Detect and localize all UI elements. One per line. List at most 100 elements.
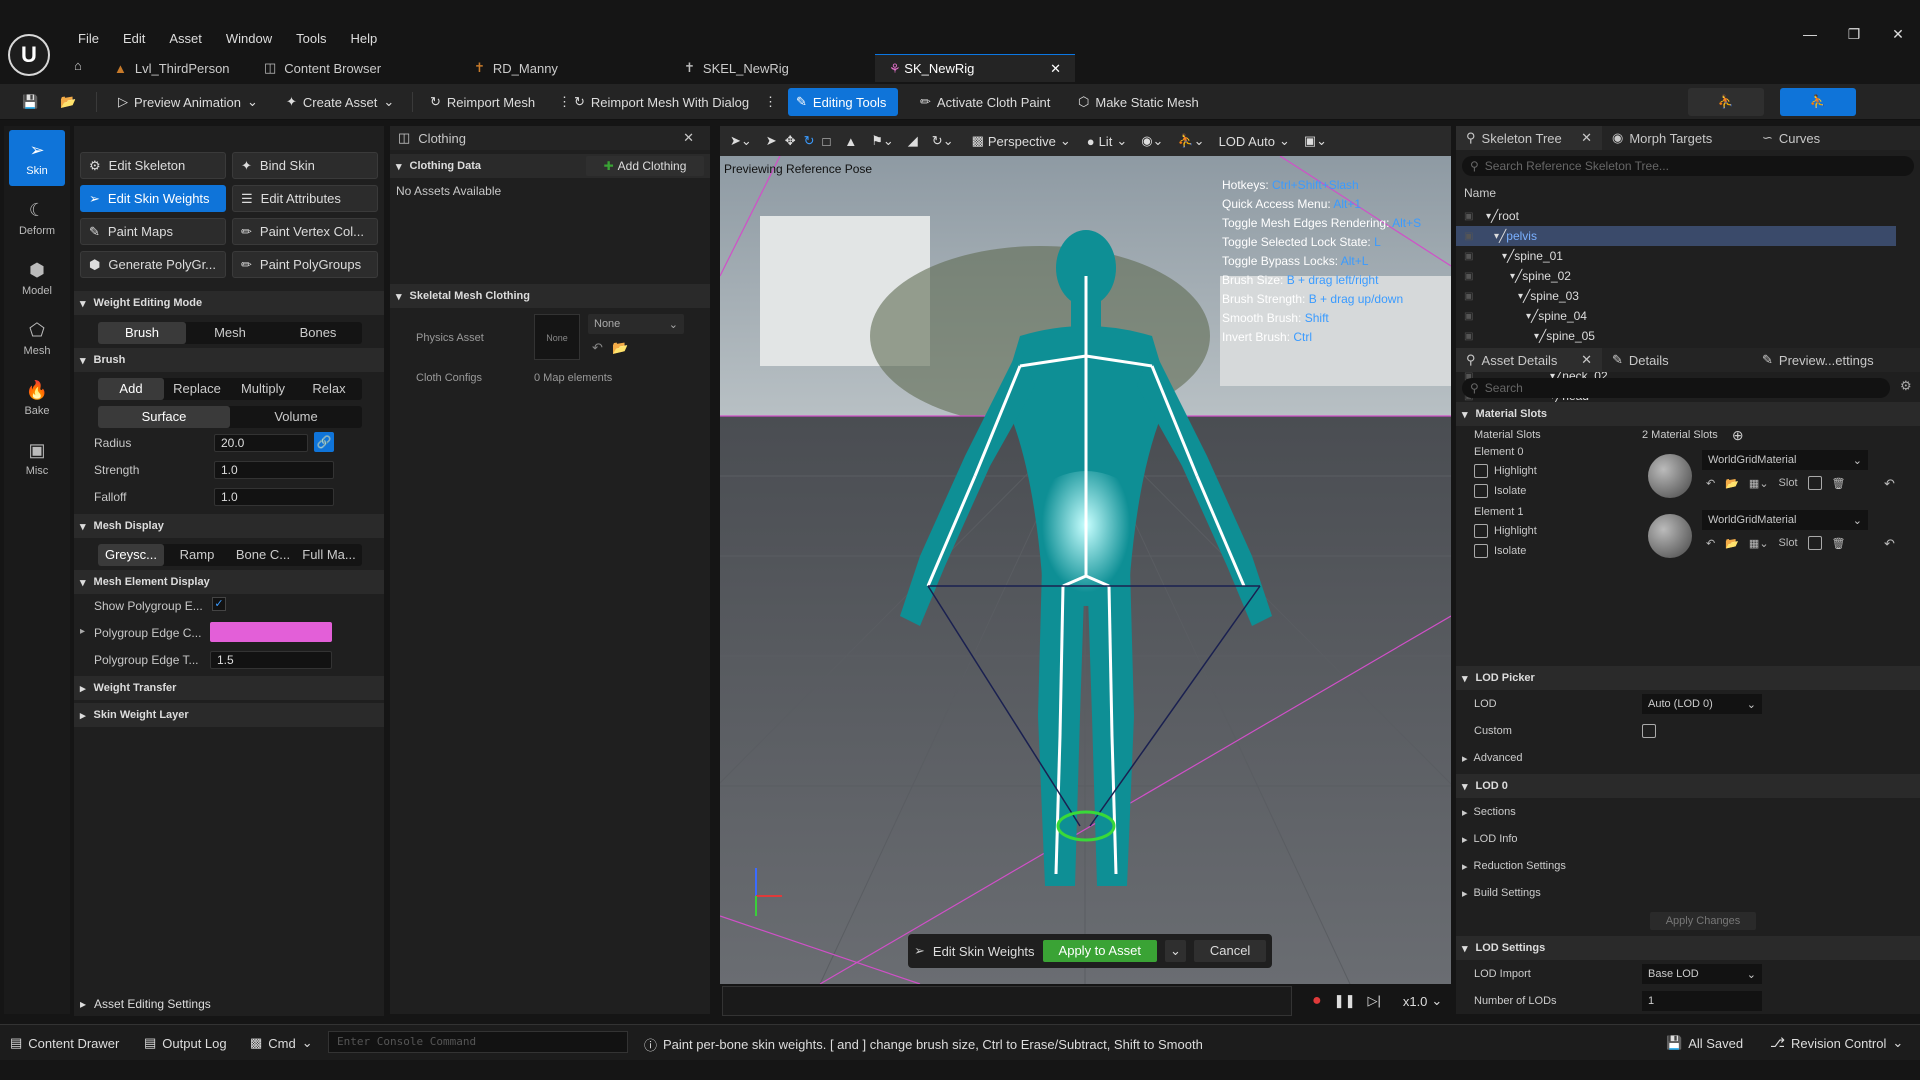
checkbox[interactable] <box>1474 524 1488 538</box>
polygroup-edge-color-swatch[interactable] <box>210 622 332 642</box>
reimport-dialog-options-icon[interactable]: ⋮ <box>756 88 785 116</box>
material-thumbnail[interactable] <box>1648 514 1692 558</box>
apply-to-asset-button[interactable]: Apply to Asset <box>1042 940 1157 962</box>
name-column-header[interactable]: Name <box>1464 186 1496 200</box>
paint-vertex-colors-button[interactable]: ✏ Paint Vertex Col... <box>232 218 378 245</box>
use-selected-icon[interactable]: ↶ <box>1706 537 1715 550</box>
apply-changes-button[interactable]: Apply Changes <box>1650 912 1756 930</box>
skeleton-search-input[interactable]: ⚲ Search Reference Skeleton Tree... <box>1462 156 1914 176</box>
home-icon[interactable]: ⌂ <box>74 58 82 73</box>
bone-row-spine_04[interactable]: ▣ ▾ ╱ spine_04 <box>1456 306 1896 326</box>
lod-dropdown[interactable]: LOD Auto ⌄ <box>1219 133 1290 149</box>
edit-skeleton-button[interactable]: ⚙ Edit Skeleton <box>80 152 226 179</box>
mesh-element-display-header[interactable]: ▾ Mesh Element Display <box>74 570 384 594</box>
tab-curves[interactable]: ∽ Curves <box>1752 130 1830 146</box>
display-greyscale[interactable]: Greysc... <box>98 544 164 566</box>
rotate-icon[interactable]: ↻ <box>804 133 815 149</box>
delete-icon[interactable]: 🗑 <box>1832 537 1846 550</box>
edit-attributes-button[interactable]: ☰ Edit Attributes <box>232 185 378 212</box>
clothing-tab[interactable]: ◫ Clothing ✕ <box>390 126 710 150</box>
weight-editing-mode-header[interactable]: ▾ Weight Editing Mode <box>74 291 384 315</box>
polygroup-edge-thickness-input[interactable]: 1.5 <box>210 651 332 669</box>
close-tab-icon[interactable]: ✕ <box>1581 352 1592 368</box>
revision-control-button[interactable]: ⎇ Revision Control ⌄ <box>1770 1035 1903 1051</box>
radius-input[interactable]: 20.0 <box>214 434 308 452</box>
reset-icon[interactable]: ↶ <box>1884 536 1895 552</box>
output-log-button[interactable]: ▤ Output Log <box>144 1035 227 1051</box>
show-icon[interactable]: ◢ <box>908 133 918 149</box>
bone-row-pelvis[interactable]: ▣ ▾ ╱ pelvis <box>1456 226 1896 246</box>
slot-field[interactable] <box>1807 536 1822 550</box>
menu-tools[interactable]: Tools <box>284 31 338 46</box>
use-selected-icon[interactable]: ↶ <box>1706 477 1715 490</box>
strength-input[interactable]: 1.0 <box>214 461 334 479</box>
bone-row-spine_02[interactable]: ▣ ▾ ╱ spine_02 <box>1456 266 1896 286</box>
bone-row-spine_01[interactable]: ▣ ▾ ╱ spine_01 <box>1456 246 1896 266</box>
restore-icon[interactable]: ❐ <box>1832 26 1876 43</box>
mode-brush[interactable]: Brush <box>98 322 186 344</box>
lod0-header[interactable]: ▾ LOD 0 <box>1456 774 1920 798</box>
mesh-mode-button[interactable]: ⛹ <box>1780 88 1856 116</box>
tool-category-deform[interactable]: ☾ Deform <box>9 190 65 246</box>
snap-icon[interactable]: ▲ <box>844 134 857 149</box>
details-search-input[interactable]: ⚲ Search <box>1462 378 1890 398</box>
display-full-material[interactable]: Full Ma... <box>296 544 362 566</box>
preview-animation-button[interactable]: ▷ Preview Animation ⌄ <box>110 88 266 116</box>
physics-asset-thumbnail[interactable]: None <box>534 314 580 360</box>
translate-icon[interactable]: ✥ <box>785 133 796 149</box>
paint-maps-button[interactable]: ✎ Paint Maps <box>80 218 226 245</box>
build-settings-row[interactable]: ▸ Build Settings <box>1456 882 1920 904</box>
close-tab-icon[interactable]: ✕ <box>1050 61 1061 77</box>
close-window-icon[interactable]: ✕ <box>1876 26 1920 43</box>
element-1-highlight[interactable]: Highlight <box>1474 524 1537 538</box>
camera-speed-icon[interactable]: ⚑⌄ <box>871 133 894 149</box>
lod-picker-header[interactable]: ▾ LOD Picker <box>1456 666 1920 690</box>
element-0-material-dropdown[interactable]: WorldGridMaterial ⌄ <box>1702 450 1868 470</box>
menu-window[interactable]: Window <box>214 31 284 46</box>
element-0-isolate[interactable]: Isolate <box>1474 484 1526 498</box>
bind-skin-button[interactable]: ✦ Bind Skin <box>232 152 378 179</box>
minimize-icon[interactable]: — <box>1788 26 1832 43</box>
asset-editing-settings-header[interactable]: ▸ Asset Editing Settings <box>74 992 384 1016</box>
tab-details[interactable]: ✎ Details <box>1602 352 1752 368</box>
viewport[interactable]: ➤⌄ ➤ ✥ ↻ □ ▲ ⚑⌄ ◢ ↻⌄ ▩ Perspective ⌄ ● Lit ⌄… <box>720 126 1451 984</box>
show-polygroup-checkbox[interactable]: ✓ <box>212 597 226 611</box>
chevron-right-icon[interactable]: ▸ <box>80 626 85 637</box>
lod-info-row[interactable]: ▸ LOD Info <box>1456 828 1920 850</box>
physics-asset-dropdown[interactable]: None ⌄ <box>588 314 684 334</box>
weight-transfer-header[interactable]: ▸ Weight Transfer <box>74 676 384 700</box>
bone-row-root[interactable]: ▣ ▾ ╱ root <box>1456 206 1896 226</box>
tab-rd-manny[interactable]: ✝ RD_Manny <box>460 54 670 82</box>
brush-add[interactable]: Add <box>98 378 164 400</box>
add-clothing-button[interactable]: ✚ Add Clothing <box>586 156 704 176</box>
all-saved-button[interactable]: 💾 All Saved <box>1666 1035 1743 1051</box>
display-ramp[interactable]: Ramp <box>164 544 230 566</box>
mesh-display-header[interactable]: ▾ Mesh Display <box>74 514 384 538</box>
activate-cloth-paint-button[interactable]: ✏ Activate Cloth Paint <box>912 88 1058 116</box>
add-slot-icon[interactable]: ⊕ <box>1732 427 1744 444</box>
delete-icon[interactable]: 🗑 <box>1832 477 1846 490</box>
lock-icon[interactable]: ▣ <box>1464 211 1480 222</box>
edit-skin-weights-button[interactable]: ➢ Edit Skin Weights <box>80 185 226 212</box>
checkbox[interactable] <box>1474 484 1488 498</box>
tab-morph-targets[interactable]: ◉ Morph Targets <box>1602 130 1752 146</box>
brush-multiply[interactable]: Multiply <box>230 378 296 400</box>
playback-icon[interactable]: ↻⌄ <box>932 133 954 149</box>
browse-icon[interactable]: 📂 <box>1725 537 1739 550</box>
material-thumbnail[interactable] <box>1648 454 1692 498</box>
checkbox[interactable] <box>1474 544 1488 558</box>
perspective-dropdown[interactable]: ▩ Perspective ⌄ <box>972 133 1071 149</box>
advanced-row[interactable]: ▸ Advanced <box>1456 747 1920 769</box>
use-selected-icon[interactable]: ↶ <box>592 340 603 356</box>
tool-category-misc[interactable]: ▣ Misc <box>9 430 65 486</box>
reimport-mesh-button[interactable]: ↻ Reimport Mesh <box>422 88 543 116</box>
reset-icon[interactable]: ↶ <box>1884 476 1895 492</box>
record-icon[interactable]: ● <box>1312 992 1322 1010</box>
tab-lvl-thirdperson[interactable]: ▲ Lvl_ThirdPerson <box>100 54 250 82</box>
mode-mesh[interactable]: Mesh <box>186 322 274 344</box>
timeline-bar[interactable] <box>722 986 1292 1016</box>
brush-replace[interactable]: Replace <box>164 378 230 400</box>
lock-icon[interactable]: ▣ <box>1464 311 1480 322</box>
step-forward-icon[interactable]: ▷| <box>1367 993 1380 1009</box>
select-mode-icon[interactable]: ➤⌄ <box>730 133 752 149</box>
